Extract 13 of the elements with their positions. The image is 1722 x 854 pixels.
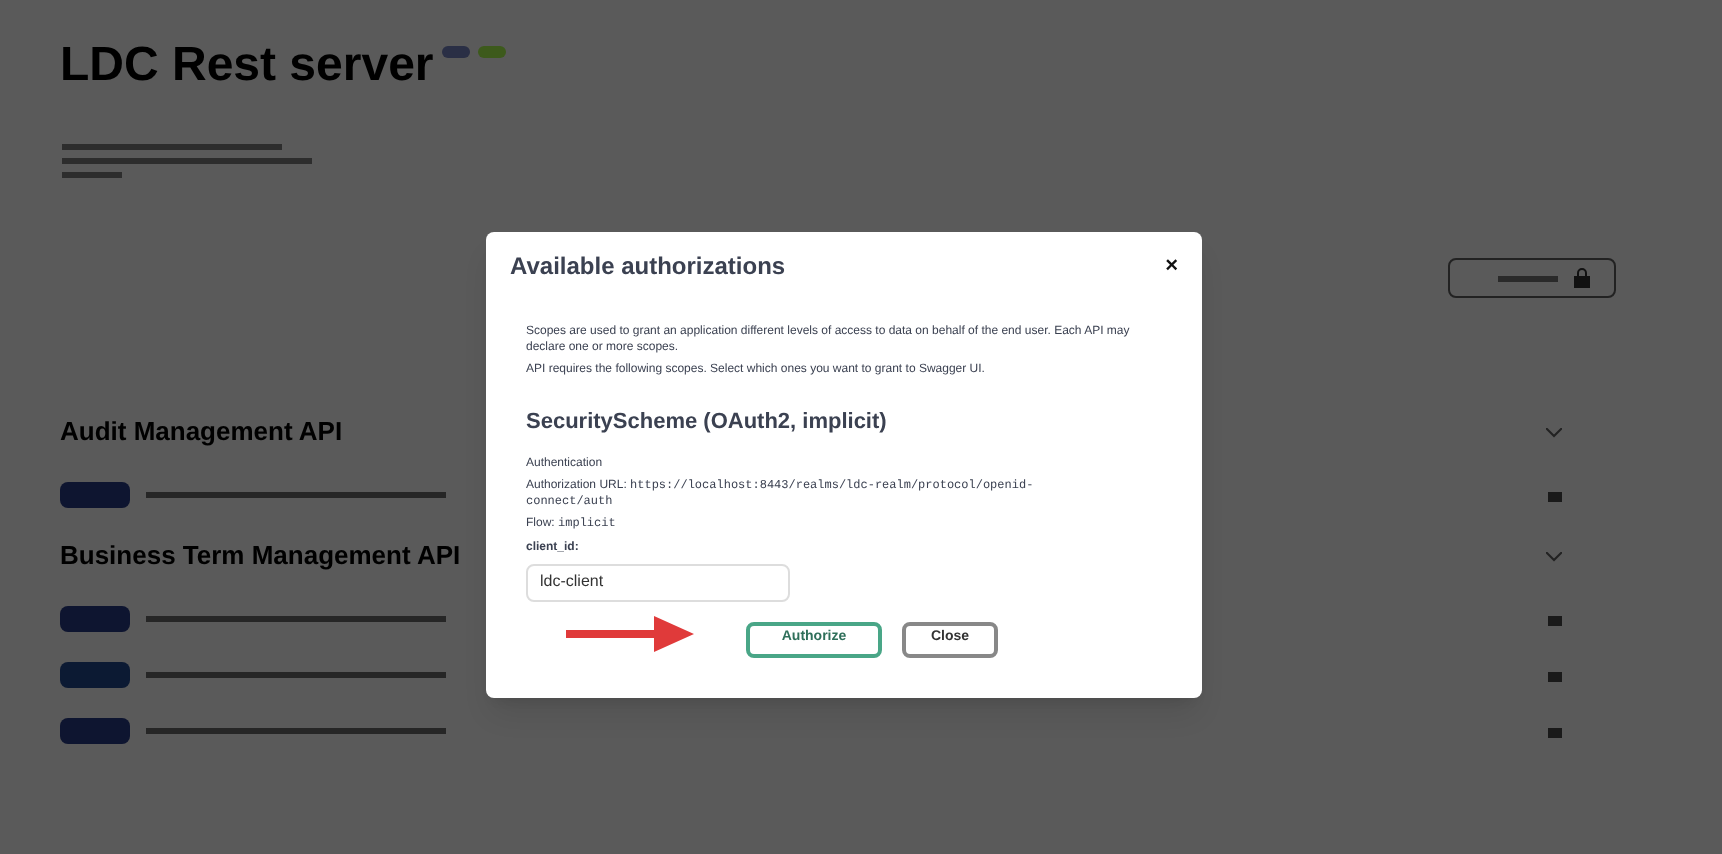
arrow-icon xyxy=(566,614,694,654)
scheme-title: SecurityScheme (OAuth2, implicit) xyxy=(526,408,889,438)
version-badge xyxy=(441,46,470,58)
dialog-title: Available authorizations xyxy=(510,250,786,284)
authorize-button[interactable] xyxy=(1448,258,1616,298)
illegible-text xyxy=(62,172,122,178)
close-button[interactable]: × xyxy=(1165,255,1178,277)
chevron-icon[interactable] xyxy=(1546,427,1562,437)
illegible-text xyxy=(1498,275,1558,281)
client-id-field[interactable]: ldc-client xyxy=(526,563,790,601)
page-title: LDC Rest server xyxy=(60,36,434,96)
oas-badge xyxy=(477,46,506,58)
chevron-icon[interactable] xyxy=(1546,551,1562,561)
